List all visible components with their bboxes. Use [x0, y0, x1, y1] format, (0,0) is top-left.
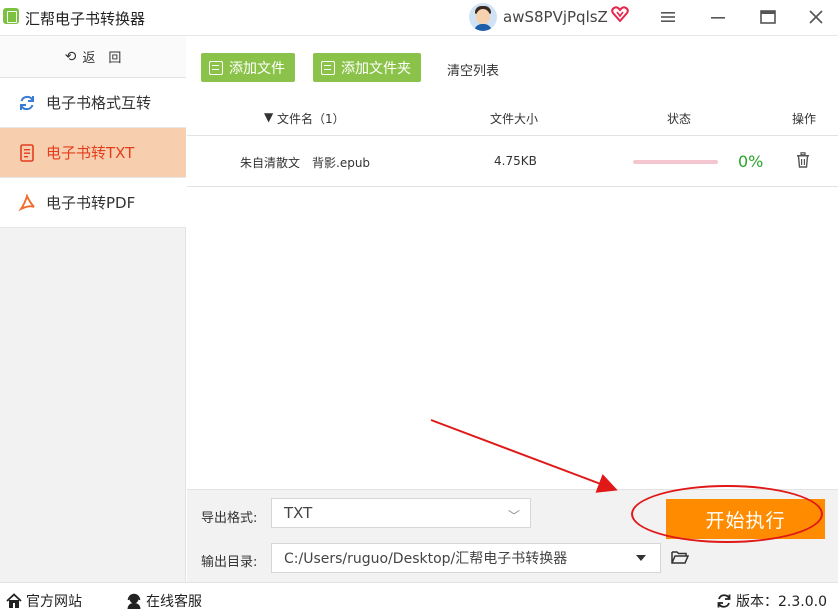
output-dir-value: C:/Users/ruguo/Desktop/汇帮电子书转换器	[284, 551, 568, 567]
col-size: 文件大小	[490, 112, 539, 126]
version-label: 版本：2.3.0.0	[736, 594, 827, 610]
back-button[interactable]: ⟲ 返 回	[0, 36, 186, 78]
format-label: 导出格式:	[201, 511, 258, 526]
col-filename[interactable]: 文件名（1）	[277, 110, 345, 127]
website-label: 官方网站	[26, 594, 82, 610]
format-select[interactable]: TXT ﹀	[271, 498, 531, 528]
file-table-header: ▼ 文件名（1） 文件大小 状态 操作	[187, 98, 838, 136]
format-value: TXT	[284, 504, 313, 522]
add-file-icon	[209, 60, 223, 75]
sidebar-item-label: 电子书格式互转	[46, 94, 152, 112]
dropdown-triangle-icon	[636, 555, 646, 561]
chevron-down-icon: ﹀	[507, 509, 520, 523]
sidebar-item-to-pdf[interactable]: 电子书转PDF	[0, 178, 186, 228]
table-row[interactable]: 朱自清散文 背影.epub 4.75KB 0%	[187, 137, 838, 187]
add-file-button[interactable]: 添加文件	[201, 53, 295, 82]
add-folder-icon	[321, 60, 335, 75]
add-folder-button[interactable]: 添加文件夹	[313, 53, 421, 82]
annotation-ellipse	[631, 485, 823, 543]
version-info[interactable]: 版本：2.3.0.0	[716, 591, 827, 611]
maximize-icon[interactable]	[756, 6, 780, 28]
progress-bar	[633, 160, 718, 164]
vip-heart-icon[interactable]	[611, 6, 629, 22]
app-logo-icon	[3, 8, 19, 24]
clear-list-button[interactable]: 清空列表	[447, 60, 499, 79]
delete-icon[interactable]	[796, 152, 810, 171]
output-dir-select[interactable]: C:/Users/ruguo/Desktop/汇帮电子书转换器	[271, 543, 661, 573]
pdf-icon	[18, 193, 36, 212]
menu-icon[interactable]	[656, 6, 680, 28]
refresh-icon	[18, 94, 36, 112]
folder-open-icon[interactable]	[671, 550, 689, 564]
sidebar-item-format-convert[interactable]: 电子书格式互转	[0, 78, 186, 128]
row-filename: 朱自清散文 背影.epub	[240, 156, 371, 170]
col-status: 状态	[667, 112, 692, 126]
progress-percent: 0%	[738, 152, 764, 171]
support-link[interactable]: 在线客服	[126, 591, 202, 611]
output-dir-label: 输出目录:	[201, 555, 258, 570]
support-label: 在线客服	[146, 594, 202, 610]
website-link[interactable]: 官方网站	[6, 591, 82, 611]
add-file-label: 添加文件	[229, 60, 285, 77]
sidebar-item-to-txt[interactable]: 电子书转TXT	[0, 128, 186, 178]
headset-icon	[127, 593, 141, 609]
app-title: 汇帮电子书转换器	[25, 10, 146, 28]
status-bar: 官方网站 在线客服 版本：2.3.0.0	[0, 582, 838, 616]
user-avatar[interactable]	[469, 3, 497, 31]
username[interactable]: awS8PVjPqlsZ	[503, 8, 608, 26]
close-icon[interactable]	[804, 6, 828, 28]
sort-desc-icon[interactable]: ▼	[264, 110, 273, 124]
back-arrow-icon: ⟲	[64, 48, 77, 65]
update-icon	[717, 594, 731, 608]
sidebar: ⟲ 返 回 电子书格式互转 电子书转TXT 电子书转PDF	[0, 36, 186, 582]
home-icon	[6, 593, 22, 608]
col-action: 操作	[792, 112, 817, 126]
title-bar: 汇帮电子书转换器 awS8PVjPqlsZ	[0, 0, 838, 36]
minimize-icon[interactable]	[706, 6, 730, 28]
sidebar-item-label: 电子书转PDF	[46, 194, 136, 212]
back-label: 返 回	[82, 51, 122, 66]
sidebar-item-label: 电子书转TXT	[46, 144, 135, 162]
document-icon	[18, 143, 36, 162]
add-folder-label: 添加文件夹	[341, 60, 411, 77]
row-size: 4.75KB	[494, 154, 537, 168]
